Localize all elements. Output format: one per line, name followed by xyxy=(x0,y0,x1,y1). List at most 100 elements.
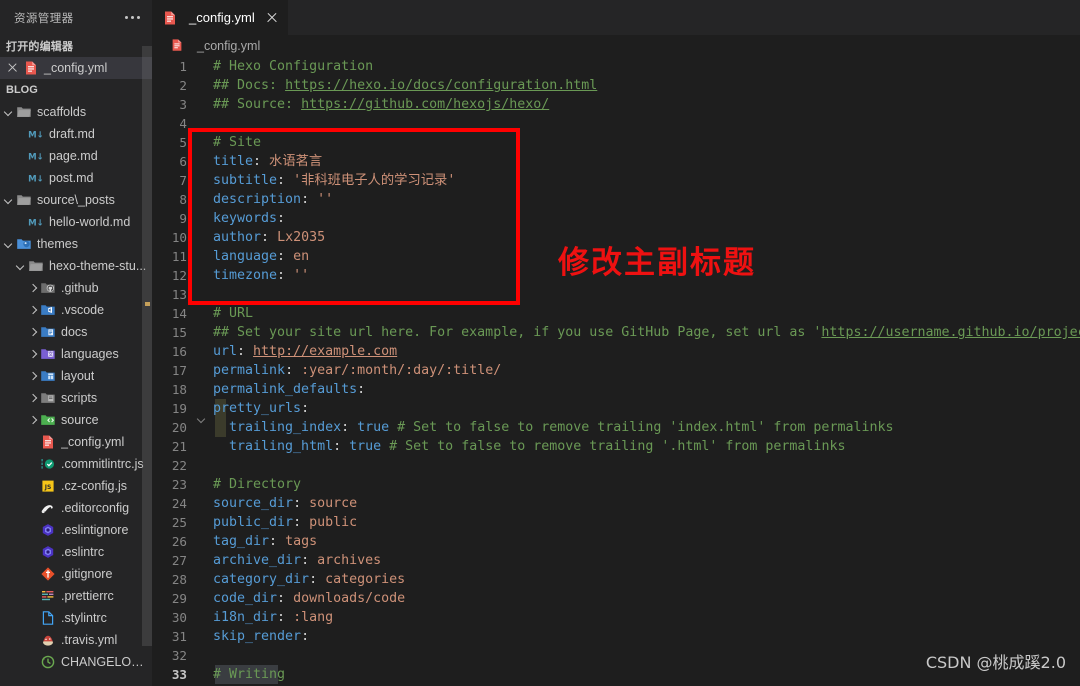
tree-item-github[interactable]: .github xyxy=(0,277,152,299)
code-line-15[interactable]: 15 ## Set your site url here. For example… xyxy=(152,323,1080,342)
line-number: 23 xyxy=(171,477,187,492)
open-editors-header[interactable]: 打开的编辑器 xyxy=(0,35,152,57)
chevron-right-icon[interactable] xyxy=(26,409,40,431)
tree-item-label: .prettierrc xyxy=(61,589,114,603)
yaml-file-icon xyxy=(40,434,56,450)
open-editor-item-config-yml[interactable]: _config.yml xyxy=(0,57,152,79)
svg-text:M↓: M↓ xyxy=(28,175,44,185)
tree-item-travis-yml[interactable]: .travis.yml xyxy=(0,629,152,651)
blog-folder-header[interactable]: BLOG xyxy=(0,79,152,101)
close-icon[interactable] xyxy=(6,61,20,75)
code-line-27[interactable]: 27 archive_dir: archives xyxy=(152,551,1080,570)
tree-item-cz-config-js[interactable]: JS .cz-config.js xyxy=(0,475,152,497)
code-line-24[interactable]: 24 source_dir: source xyxy=(152,494,1080,513)
tree-item-page-md[interactable]: M↓ page.md xyxy=(0,145,152,167)
chevron-down-icon[interactable] xyxy=(14,255,28,277)
chevron-down-icon[interactable] xyxy=(2,101,16,123)
chevron-right-icon[interactable] xyxy=(26,343,40,365)
code-line-4[interactable]: 4 xyxy=(152,114,1080,133)
code-token: : xyxy=(269,534,286,549)
code-line-2[interactable]: 2 ## Docs: https://hexo.io/docs/configura… xyxy=(152,76,1080,95)
code-line-1[interactable]: 1 # Hexo Configuration xyxy=(152,57,1080,76)
code-token: # Hexo Configuration xyxy=(213,59,374,74)
code-line-16[interactable]: 16 url: http://example.com xyxy=(152,342,1080,361)
tree-item-gitignore[interactable]: .gitignore xyxy=(0,563,152,585)
chevron-right-icon[interactable] xyxy=(26,277,40,299)
code-line-23[interactable]: 23 # Directory xyxy=(152,475,1080,494)
code-line-29[interactable]: 29 code_dir: downloads/code xyxy=(152,589,1080,608)
tree-item-scripts[interactable]: scripts xyxy=(0,387,152,409)
code-line-20[interactable]: 20 trailing_index: true # Set to false t… xyxy=(152,418,1080,437)
prettier-icon xyxy=(40,588,56,604)
tree-item-stylintrc[interactable]: .stylintrc xyxy=(0,607,152,629)
code-line-9[interactable]: 9 keywords: xyxy=(152,209,1080,228)
tree-item-draft-md[interactable]: M↓ draft.md xyxy=(0,123,152,145)
code-line-22[interactable]: 22 xyxy=(152,456,1080,475)
tree-item-scaffolds[interactable]: scaffolds xyxy=(0,101,152,123)
code-text: url: http://example.com xyxy=(209,342,397,361)
tree-item-prettierrc[interactable]: .prettierrc xyxy=(0,585,152,607)
code-line-30[interactable]: 30 i18n_dir: :lang xyxy=(152,608,1080,627)
tree-item-hexo-theme-stu[interactable]: hexo-theme-stu... xyxy=(0,255,152,277)
chevron-right-icon[interactable] xyxy=(26,321,40,343)
chevron-down-icon[interactable] xyxy=(2,189,16,211)
svg-text:M↓: M↓ xyxy=(28,131,44,141)
code-line-6[interactable]: 6 title: 水语茗言 xyxy=(152,152,1080,171)
tab-config-yml[interactable]: _config.yml xyxy=(152,0,289,35)
code-token: trailing_html xyxy=(213,439,334,454)
code-line-8[interactable]: 8 description: '' xyxy=(152,190,1080,209)
code-line-7[interactable]: 7 subtitle: '非科班电子人的学习记录' xyxy=(152,171,1080,190)
code-token: url xyxy=(213,344,238,359)
tree-item-hello-world-md[interactable]: M↓ hello-world.md xyxy=(0,211,152,233)
tree-item-themes[interactable]: themes xyxy=(0,233,152,255)
code-line-13[interactable]: 13 xyxy=(152,285,1080,304)
code-line-17[interactable]: 17 permalink: :year/:month/:day/:title/ xyxy=(152,361,1080,380)
tree-item-label: hexo-theme-stu... xyxy=(49,259,147,273)
ellipsis-icon[interactable] xyxy=(121,12,144,23)
close-icon[interactable] xyxy=(265,10,280,25)
code-text: source_dir: source xyxy=(209,494,357,513)
tree-item-commitlintrc-js[interactable]: .commitlintrc.js xyxy=(0,453,152,475)
code-line-19[interactable]: 19 pretty_urls: xyxy=(152,399,1080,418)
sidebar-scrollbar[interactable] xyxy=(142,46,152,646)
tree-item-post-md[interactable]: M↓ post.md xyxy=(0,167,152,189)
tree-item-eslintrc[interactable]: .eslintrc xyxy=(0,541,152,563)
code-line-31[interactable]: 31 skip_render: xyxy=(152,627,1080,646)
line-number: 1 xyxy=(179,59,187,74)
code-line-5[interactable]: 5 # Site xyxy=(152,133,1080,152)
code-line-21[interactable]: 21 trailing_html: true # Set to false to… xyxy=(152,437,1080,456)
code-text: author: Lx2035 xyxy=(209,228,325,247)
chevron-right-icon[interactable] xyxy=(26,365,40,387)
tree-item-label: scripts xyxy=(61,391,98,405)
chevron-down-icon[interactable] xyxy=(2,233,16,255)
code-text: # URL xyxy=(209,304,253,323)
code-line-25[interactable]: 25 public_dir: public xyxy=(152,513,1080,532)
tree-item-docs[interactable]: docs xyxy=(0,321,152,343)
tree-item-eslintignore[interactable]: .eslintignore xyxy=(0,519,152,541)
tree-item-source[interactable]: source xyxy=(0,409,152,431)
tree-item-config-yml[interactable]: _config.yml xyxy=(0,431,152,453)
code-token: description xyxy=(213,192,302,207)
code-line-28[interactable]: 28 category_dir: categories xyxy=(152,570,1080,589)
tree-item-label: CHANGELOG.md xyxy=(61,655,152,669)
code-line-26[interactable]: 26 tag_dir: tags xyxy=(152,532,1080,551)
tree-item-changelog-md[interactable]: CHANGELOG.md xyxy=(0,651,152,673)
tree-item-layout[interactable]: layout xyxy=(0,365,152,387)
chevron-right-icon[interactable] xyxy=(26,387,40,409)
chevron-right-icon[interactable] xyxy=(26,299,40,321)
code-line-3[interactable]: 3 ## Source: https://github.com/hexojs/he… xyxy=(152,95,1080,114)
tree-item-label: docs xyxy=(61,325,88,339)
code-line-18[interactable]: 18 permalink_defaults: xyxy=(152,380,1080,399)
breadcrumb[interactable]: _config.yml xyxy=(152,35,1080,57)
line-number: 11 xyxy=(171,249,187,264)
tree-item-source-posts[interactable]: source\_posts xyxy=(0,189,152,211)
tree-item-editorconfig[interactable]: .editorconfig xyxy=(0,497,152,519)
tree-item-languages[interactable]: 文 languages xyxy=(0,343,152,365)
tree-item-vscode[interactable]: .vscode xyxy=(0,299,152,321)
folder-open-icon xyxy=(28,258,44,274)
code-line-14[interactable]: 14 # URL xyxy=(152,304,1080,323)
code-editor[interactable]: 1 # Hexo Configuration 2 ## Docs: https://h… xyxy=(152,57,1080,686)
